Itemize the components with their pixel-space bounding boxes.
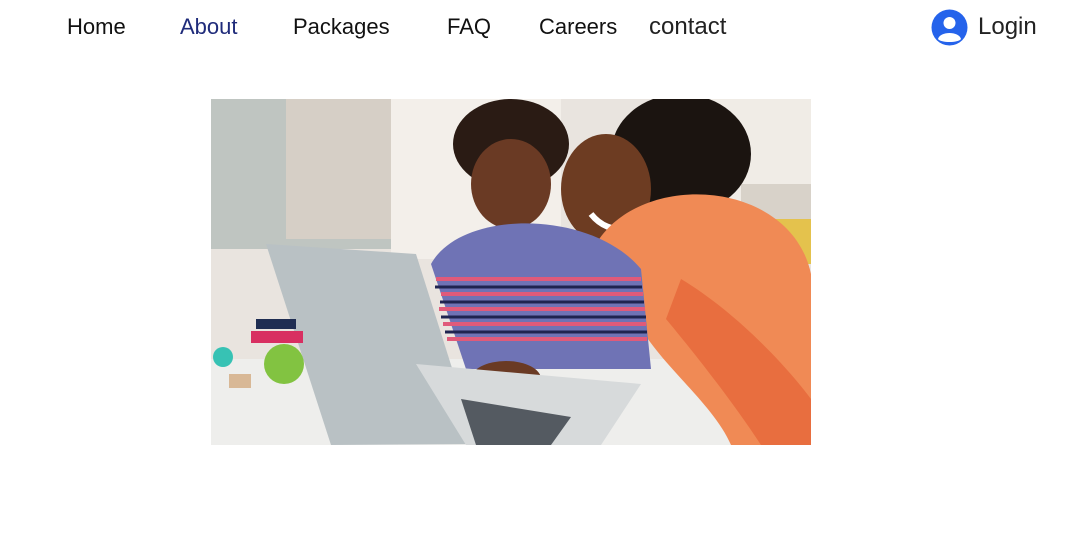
hero-image [211,99,811,445]
nav-item-packages[interactable]: Packages [293,13,390,41]
page: Home About Packages FAQ Careers contact … [0,0,1087,546]
nav-item-contact[interactable]: contact [649,13,726,41]
login-button[interactable]: Login [931,8,1037,46]
login-label: Login [978,13,1037,40]
nav-item-home[interactable]: Home [67,13,126,41]
nav-item-about[interactable]: About [180,13,238,41]
user-circle-icon [931,9,968,46]
hero-photo-illustration [211,99,811,445]
nav-item-careers[interactable]: Careers [539,13,617,41]
top-navigation: Home About Packages FAQ Careers contact … [0,0,1087,54]
nav-item-faq[interactable]: FAQ [447,13,491,41]
